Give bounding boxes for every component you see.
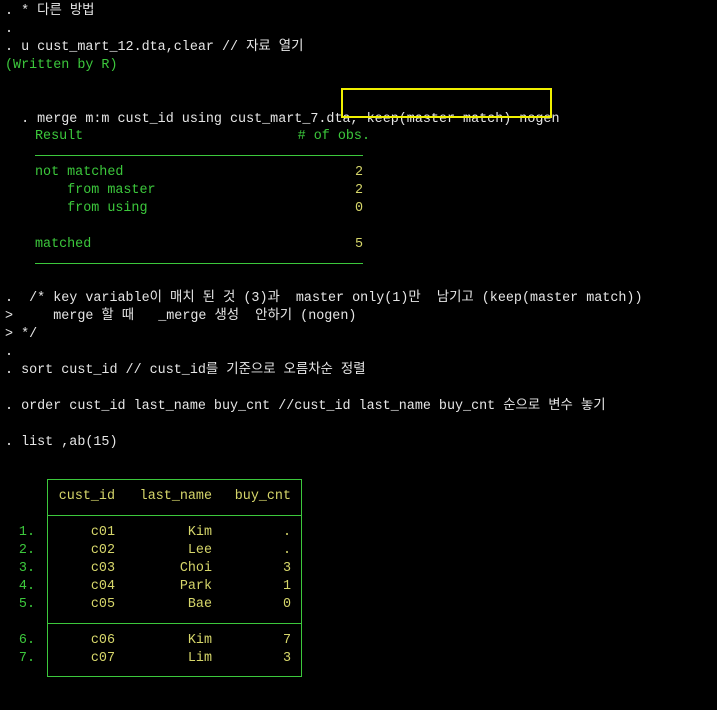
merge-command-prefix: . merge m:m cust_id using cust_mart_7.dt… [21,112,367,127]
merge-result-row-value: 2 [354,165,363,180]
merge-result-row-label: not matched [35,165,124,180]
list-cell-cust-id: c03 [90,561,115,576]
log-line-use-command: . u cust_mart_12.dta,clear // 자료 열기 [5,40,304,55]
list-cell-buy-cnt: 1 [282,579,291,594]
list-cell-last-name: Kim [187,633,212,648]
merge-result-row-label: from using [35,201,148,216]
list-table-header-buy-cnt: buy_cnt [234,489,291,504]
list-table-section-divider [47,623,302,624]
log-line-comment-2: > merge 할 때 _merge 생성 안하기 (nogen) [5,309,357,324]
log-line-written-by: (Written by R) [5,58,118,73]
list-row-number: 3. [18,561,35,576]
list-cell-cust-id: c02 [90,543,115,558]
list-row-number: 7. [18,651,35,666]
log-line-comment-header: . * 다른 방법 [5,4,95,19]
merge-result-row-value: 5 [354,237,363,252]
list-table-header-last-name: last_name [139,489,212,504]
merge-result-row-label: from master [35,183,156,198]
list-cell-last-name: Lee [187,543,212,558]
list-cell-cust-id: c07 [90,651,115,666]
merge-result-row-value: 0 [354,201,363,216]
list-row-number: 1. [18,525,35,540]
list-cell-cust-id: c01 [90,525,115,540]
list-row-number: 4. [18,579,35,594]
list-cell-last-name: Park [179,579,212,594]
list-cell-last-name: Choi [179,561,212,576]
list-row-number: 2. [18,543,35,558]
log-line-comment-3: > */ [5,327,38,342]
merge-result-rule-top [35,155,363,156]
merge-result-row-label: matched [35,237,92,252]
list-cell-buy-cnt: 3 [282,561,291,576]
log-line-dot: . [5,345,14,360]
list-cell-last-name: Kim [187,525,212,540]
list-cell-buy-cnt: . [282,543,291,558]
log-line-sort-command: . sort cust_id // cust_id를 기준으로 오름차순 정렬 [5,363,366,378]
merge-result-rule-bottom [35,263,363,264]
list-cell-buy-cnt: . [282,525,291,540]
list-row-number: 5. [18,597,35,612]
merge-result-row-value: 2 [354,183,363,198]
merge-result-header-label: Result [35,129,84,144]
list-cell-cust-id: c06 [90,633,115,648]
log-line-comment-1: . /* key variable이 매치 된 것 (3)과 master on… [5,291,643,306]
list-table-header-divider [47,515,302,516]
list-cell-last-name: Bae [187,597,212,612]
list-row-number: 6. [18,633,35,648]
log-line-dot: . [5,22,14,37]
list-table-header-cust-id: cust_id [58,489,115,504]
list-cell-buy-cnt: 3 [282,651,291,666]
highlight-box [341,88,552,118]
log-line-list-command: . list ,ab(15) [5,435,118,450]
merge-result-header-count: # of obs. [297,129,370,144]
list-cell-cust-id: c05 [90,597,115,612]
list-cell-cust-id: c04 [90,579,115,594]
list-cell-last-name: Lim [187,651,212,666]
list-cell-buy-cnt: 0 [282,597,291,612]
log-line-order-command: . order cust_id last_name buy_cnt //cust… [5,399,606,414]
list-cell-buy-cnt: 7 [282,633,291,648]
